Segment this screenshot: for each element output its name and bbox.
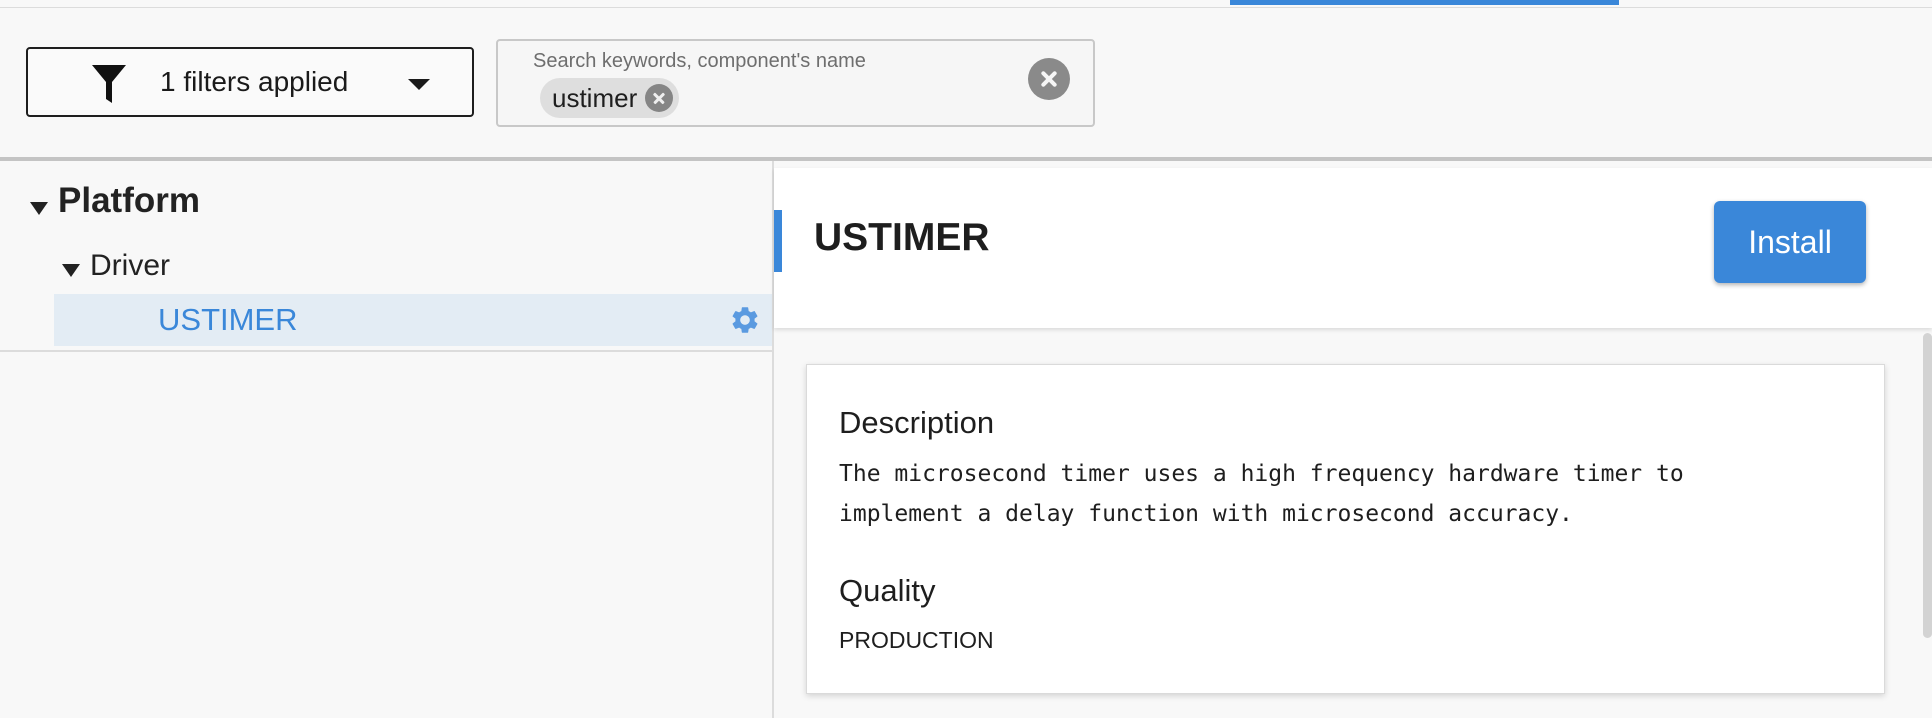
gear-icon[interactable] — [729, 304, 761, 336]
quality-value: PRODUCTION — [839, 627, 994, 653]
expand-triangle-icon[interactable] — [62, 264, 80, 277]
filter-dropdown-button[interactable]: 1 filters applied — [26, 47, 474, 117]
filter-icon — [92, 65, 126, 103]
component-header: USTIMER Install — [774, 168, 1932, 328]
tree-node-label: Platform — [58, 181, 200, 220]
title-accent-bar — [774, 210, 782, 272]
description-text: The microsecond timer uses a high freque… — [839, 454, 1839, 534]
tree-item-ustimer[interactable]: USTIMER — [54, 294, 772, 346]
tree-node-label: Driver — [90, 249, 170, 282]
tree-divider — [0, 350, 772, 352]
component-title: USTIMER — [814, 216, 990, 259]
component-tree: Platform Driver USTIMER — [0, 161, 772, 718]
filter-label: 1 filters applied — [160, 66, 349, 97]
search-chip[interactable]: ustimer — [540, 78, 680, 118]
active-tab-indicator — [1230, 0, 1619, 5]
quality-heading: Quality — [839, 573, 936, 608]
top-tab-bar — [0, 0, 1932, 8]
caret-down-icon — [408, 79, 430, 90]
details-scrollbar[interactable] — [1923, 333, 1932, 638]
tree-node-label: USTIMER — [158, 302, 298, 337]
search-input[interactable]: Search keywords, component's name ustime… — [496, 39, 1095, 127]
clear-search-icon[interactable] — [1028, 58, 1070, 100]
expand-triangle-icon[interactable] — [30, 202, 48, 215]
description-line: The microsecond timer uses a high freque… — [839, 461, 1684, 487]
search-placeholder: Search keywords, component's name — [533, 50, 866, 72]
component-details-card: Description The microsecond timer uses a… — [806, 364, 1885, 694]
chip-remove-icon[interactable] — [645, 84, 674, 112]
install-button[interactable]: Install — [1714, 201, 1866, 283]
search-chip-label: ustimer — [552, 82, 638, 113]
description-line: implement a delay function with microsec… — [839, 501, 1573, 527]
description-heading: Description — [839, 405, 995, 440]
